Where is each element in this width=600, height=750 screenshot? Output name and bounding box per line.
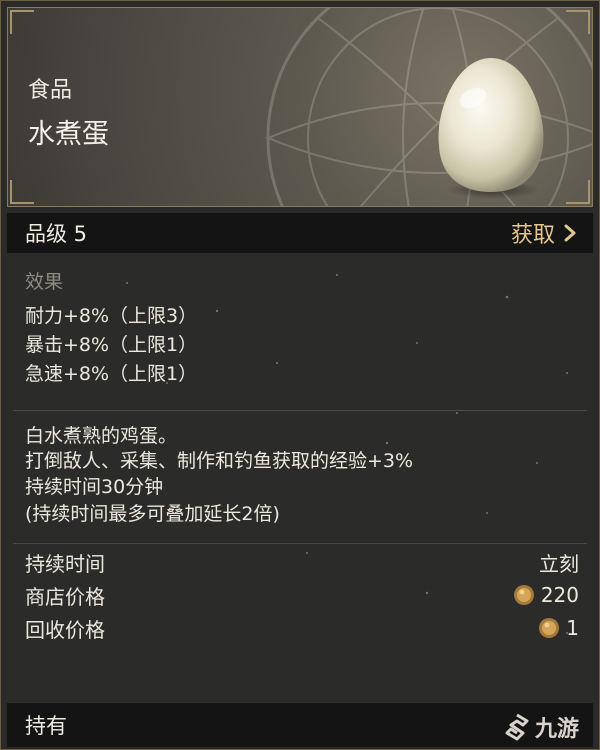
section-divider: [13, 543, 587, 544]
effect-crit: 暴击+8%（上限1）: [25, 334, 198, 356]
stat-label: 回收价格: [25, 617, 105, 642]
boiled-egg-icon: [431, 50, 551, 200]
stat-shop-price: 商店价格 220: [25, 580, 579, 610]
stat-label: 商店价格: [25, 584, 105, 609]
watermark-text: 九游: [534, 717, 579, 742]
section-divider: [13, 410, 587, 411]
watermark: 九游: [503, 711, 579, 743]
gold-coin-icon: [539, 618, 560, 638]
item-tooltip: 食品 水煮蛋 品级 5 获取 效果 耐力+8%（上限3） 暴击+8%（上限1） …: [0, 0, 600, 750]
item-name: 水煮蛋: [28, 119, 109, 150]
owned-label: 持有: [25, 714, 67, 738]
effect-stamina: 耐力+8%（上限3）: [25, 305, 198, 327]
item-details: 效果 耐力+8%（上限3） 暴击+8%（上限1） 急速+8%（上限1） 白水煮熟…: [7, 253, 593, 703]
item-header: 食品 水煮蛋: [7, 7, 593, 207]
item-grade: 品级 5: [25, 222, 88, 246]
obtain-label: 获取: [510, 223, 555, 248]
watermark-logo-icon: [505, 713, 529, 741]
stat-value: 1: [566, 616, 579, 640]
item-category: 食品: [28, 78, 73, 103]
effect-haste: 急速+8%（上限1）: [25, 363, 198, 385]
stat-label: 持续时间: [25, 551, 105, 576]
description-line: 白水煮熟的鸡蛋。: [25, 425, 178, 447]
stat-value: 220: [540, 583, 579, 607]
obtain-button[interactable]: 获取: [511, 217, 577, 249]
stat-duration: 持续时间 立刻: [25, 547, 579, 577]
effects-label: 效果: [25, 271, 64, 293]
stat-value: 立刻: [539, 551, 579, 576]
chevron-right-icon: [564, 224, 576, 242]
grade-bar: 品级 5 获取: [7, 213, 593, 253]
description-line: (持续时间最多可叠加延长2倍): [25, 503, 280, 525]
owned-bar: 持有 九游: [7, 703, 593, 747]
gold-coin-icon: [513, 585, 534, 605]
description-line: 持续时间30分钟: [25, 476, 164, 498]
description-line: 打倒敌人、采集、制作和钓鱼获取的经验+3%: [25, 450, 414, 472]
stat-sell-price: 回收价格 1: [25, 613, 579, 643]
